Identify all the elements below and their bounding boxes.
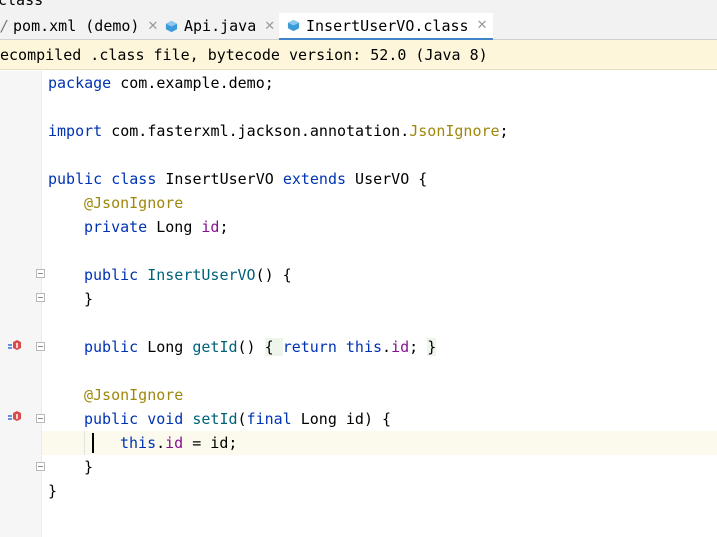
keyword-public: public [84,338,139,356]
code-line-12: public Long getId() { return this.id; } [84,335,437,359]
code-line-17: } [84,455,93,479]
close-icon[interactable]: ✕ [477,18,488,33]
open-paren: ( [237,410,247,428]
code-line-3: import com.fasterxml.jackson.annotation.… [48,119,509,143]
indent-guide [84,431,85,455]
closing-brace: } [84,290,94,308]
tab-label: Api.java [184,17,257,35]
class-name: InsertUserVO [165,170,274,188]
editor-tabs: / pom.xml (demo) ✕ Api.java ✕ InsertUser… [0,13,717,41]
fold-marker-icon[interactable] [36,342,45,351]
breadcrumb: class [0,0,717,13]
keyword-class: class [111,170,157,188]
close-icon[interactable]: ✕ [264,19,275,34]
superclass: UserVO { [346,170,428,188]
keyword-public: public [48,170,103,188]
banner-text: ecompiled .class file, bytecode version:… [0,46,488,64]
keyword-void: void [147,410,184,428]
fold-marker-icon[interactable] [36,269,45,278]
java-class-file-icon [287,19,300,32]
decompiled-notice-banner: ecompiled .class file, bytecode version:… [0,40,717,70]
implements-method-icon[interactable] [6,339,22,353]
method-name: setId [192,410,238,428]
import-package: com.fasterxml.jackson.annotation. [102,122,410,140]
tab-edge-mark: / [0,17,10,35]
constructor-name: InsertUserVO [147,266,256,284]
keyword-public: public [84,410,139,428]
fold-marker-icon[interactable] [36,293,45,302]
semicolon: ; [409,338,428,356]
dot: . [156,434,166,452]
field-name: id [201,218,220,236]
semicolon: ; [219,218,229,236]
keyword-package: package [48,74,112,92]
method-params: () [237,338,265,356]
closing-brace: } [48,482,58,500]
keyword-import: import [48,122,103,140]
keyword-final: final [246,410,292,428]
tab-label: InsertUserVO.class [306,16,469,35]
method-params: Long id) { [291,410,392,428]
annotation: @JsonIgnore [84,386,184,404]
code-line-5: public class InsertUserVO extends UserVO… [48,167,427,191]
keyword-extends: extends [282,170,347,188]
code-line-10: } [84,287,93,311]
code-line-18: } [48,479,57,503]
keyword-public: public [84,266,139,284]
breadcrumb-text[interactable]: class [0,0,43,9]
tab-label: pom.xml (demo) [13,17,140,35]
code-editor[interactable]: package com.example.demo; import com.fas… [0,71,717,537]
assignment: = id; [183,434,238,452]
package-name: com.example.demo; [111,74,274,92]
fold-marker-icon[interactable] [36,414,45,423]
keyword-return: return [282,338,337,356]
field-type: Long [147,218,202,236]
editor-gutter[interactable] [0,71,45,537]
field-name: id [165,434,184,452]
close-icon[interactable]: ✕ [147,19,158,34]
tab-api-java[interactable]: Api.java ✕ [163,13,275,39]
constructor-params: () { [255,266,292,284]
keyword-this: this [120,434,157,452]
keyword-private: private [84,218,148,236]
code-line-6: @JsonIgnore [84,191,183,215]
code-line-7: private Long id; [84,215,229,239]
import-class: JsonIgnore [409,122,500,140]
folded-close-brace[interactable]: } [427,338,437,356]
code-line-9: public InsertUserVO() { [84,263,292,287]
text-caret [92,433,94,453]
fold-marker-icon[interactable] [36,462,45,471]
folded-open-brace[interactable]: { [264,338,283,356]
code-line-1: package com.example.demo; [48,71,274,95]
implements-method-icon[interactable] [6,410,22,424]
code-line-15: public void setId(final Long id) { [84,407,391,431]
code-line-14: @JsonIgnore [84,383,183,407]
editor-window: class / pom.xml (demo) ✕ Api.java ✕ Inse… [0,0,717,537]
return-type: Long [138,338,193,356]
tab-insertuservo-class[interactable]: InsertUserVO.class ✕ [279,13,494,41]
semicolon: ; [499,122,509,140]
keyword-this: this [345,338,383,356]
dot: . [382,338,392,356]
field-name: id [391,338,410,356]
code-line-16: this.id = id; [120,431,237,455]
closing-brace: } [84,458,94,476]
tab-pom-xml[interactable]: / pom.xml (demo) ✕ [0,13,158,39]
java-interface-icon [165,20,178,32]
annotation: @JsonIgnore [84,194,184,212]
method-name: getId [192,338,238,356]
